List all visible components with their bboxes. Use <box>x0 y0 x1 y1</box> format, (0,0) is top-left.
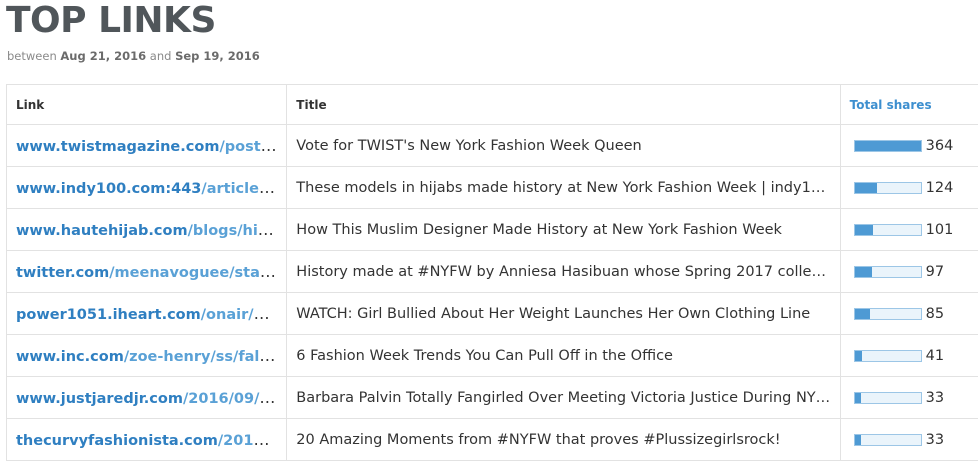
shares-bar-fill <box>854 308 871 319</box>
link-cell: twitter.com/meenavoguee/status/77... <box>5 250 288 293</box>
date-to: Sep 19, 2016 <box>175 49 260 63</box>
title-cell: WATCH: Girl Bullied About Her Weight Lau… <box>286 292 841 335</box>
shares-count: 101 <box>925 221 954 238</box>
shares-count: 364 <box>925 137 954 154</box>
link-url[interactable]: www.justjaredjr.com/2016/09/16/bar... <box>16 388 286 407</box>
table-row: www.hautehijab.com/blogs/hijab-fas...How… <box>5 208 978 251</box>
column-header-total-shares[interactable]: Total shares <box>839 84 978 125</box>
table-row: www.justjaredjr.com/2016/09/16/bar...Bar… <box>5 376 978 419</box>
shares-bar-fill <box>854 224 873 235</box>
shares-count: 124 <box>925 179 954 196</box>
link-path[interactable]: /2016/09/n... <box>218 430 286 449</box>
shares-bar <box>853 223 922 236</box>
link-path[interactable]: /blogs/hijab-fas... <box>188 220 286 239</box>
shares-count: 97 <box>925 263 945 280</box>
link-cell: thecurvyfashionista.com/2016/09/n... <box>5 418 288 461</box>
link-domain[interactable]: twitter.com <box>16 265 109 281</box>
column-header-link: Link <box>5 84 288 125</box>
link-cell: www.justjaredjr.com/2016/09/16/bar... <box>5 376 288 419</box>
title-cell: 20 Amazing Moments from #NYFW that prove… <box>286 418 841 461</box>
shares-count: 85 <box>925 305 945 322</box>
table-row: www.twistmagazine.com/posts/vote-...Vote… <box>5 124 978 167</box>
link-path[interactable]: /2016/09/16/bar... <box>183 388 286 407</box>
shares-count: 33 <box>925 431 945 448</box>
shares-bar <box>853 433 922 446</box>
link-cell: www.hautehijab.com/blogs/hijab-fas... <box>5 208 288 251</box>
link-path[interactable]: /meenavoguee/status/77... <box>109 262 286 281</box>
shares-bar-fill <box>854 266 873 277</box>
link-url[interactable]: twitter.com/meenavoguee/status/77... <box>16 262 286 281</box>
page-title: TOP LINKS <box>6 0 216 41</box>
shares-bar-fill <box>854 140 921 151</box>
shares-count: 41 <box>925 347 945 364</box>
shares-bar-fill <box>854 182 878 193</box>
title-cell: These models in hijabs made history at N… <box>286 166 841 209</box>
link-domain[interactable]: power1051.iheart.com <box>16 307 201 323</box>
link-url[interactable]: power1051.iheart.com/onair/angie-m... <box>16 304 286 323</box>
link-cell: power1051.iheart.com/onair/angie-m... <box>5 292 288 335</box>
title-cell: 6 Fashion Week Trends You Can Pull Off i… <box>286 334 841 377</box>
shares-count: 33 <box>925 389 945 406</box>
link-path[interactable]: /onair/angie-m... <box>201 304 286 323</box>
table-row: power1051.iheart.com/onair/angie-m...WAT… <box>5 292 978 335</box>
title-cell: How This Muslim Designer Made History at… <box>286 208 841 251</box>
table-body: www.twistmagazine.com/posts/vote-...Vote… <box>5 124 978 461</box>
title-cell: History made at #NYFW by Anniesa Hasibua… <box>286 250 841 293</box>
table-row: twitter.com/meenavoguee/status/77...Hist… <box>5 250 978 293</box>
link-url[interactable]: thecurvyfashionista.com/2016/09/n... <box>16 430 286 449</box>
link-cell: www.indy100.com:443/article/these-... <box>5 166 288 209</box>
shares-bar <box>853 391 922 404</box>
shares-cell: 85 <box>839 292 978 335</box>
column-header-title: Title <box>286 84 841 125</box>
link-url[interactable]: www.inc.com/zoe-henry/ss/fall-fashi... <box>16 346 286 365</box>
table-row: thecurvyfashionista.com/2016/09/n...20 A… <box>5 418 978 461</box>
link-domain[interactable]: www.twistmagazine.com <box>16 139 219 155</box>
shares-cell: 33 <box>839 376 978 419</box>
top-links-table: Link Title Total shares www.twistmagazin… <box>5 84 978 461</box>
link-domain[interactable]: thecurvyfashionista.com <box>16 433 218 449</box>
shares-cell: 97 <box>839 250 978 293</box>
shares-bar-fill <box>854 434 861 445</box>
shares-bar <box>853 265 922 278</box>
link-cell: www.twistmagazine.com/posts/vote-... <box>5 124 288 167</box>
link-path[interactable]: /zoe-henry/ss/fall-fashi... <box>124 346 286 365</box>
shares-bar-fill <box>854 392 861 403</box>
shares-bar <box>853 307 922 320</box>
table-row: www.indy100.com:443/article/these-...The… <box>5 166 978 209</box>
shares-cell: 41 <box>839 334 978 377</box>
shares-bar-fill <box>854 350 863 361</box>
shares-bar <box>853 181 922 194</box>
link-url[interactable]: www.hautehijab.com/blogs/hijab-fas... <box>16 220 286 239</box>
shares-cell: 364 <box>839 124 978 167</box>
table-header-row: Link Title Total shares <box>5 84 978 125</box>
shares-cell: 101 <box>839 208 978 251</box>
title-cell: Barbara Palvin Totally Fangirled Over Me… <box>286 376 841 419</box>
shares-bar <box>853 349 922 362</box>
shares-cell: 33 <box>839 418 978 461</box>
link-domain[interactable]: www.indy100.com:443 <box>16 181 201 197</box>
link-path[interactable]: /posts/vote-... <box>219 136 285 155</box>
link-domain[interactable]: www.inc.com <box>16 349 124 365</box>
link-domain[interactable]: www.hautehijab.com <box>16 223 188 239</box>
table-row: www.inc.com/zoe-henry/ss/fall-fashi...6 … <box>5 334 978 377</box>
date-from: Aug 21, 2016 <box>60 49 147 63</box>
and-label: and <box>149 49 172 63</box>
link-cell: www.inc.com/zoe-henry/ss/fall-fashi... <box>5 334 288 377</box>
shares-cell: 124 <box>839 166 978 209</box>
link-path[interactable]: /article/these-... <box>201 178 285 197</box>
between-label: between <box>7 49 57 63</box>
link-url[interactable]: www.twistmagazine.com/posts/vote-... <box>16 136 286 155</box>
title-cell: Vote for TWIST's New York Fashion Week Q… <box>286 124 841 167</box>
date-range: between Aug 21, 2016 and Sep 19, 2016 <box>7 49 260 63</box>
shares-bar <box>853 139 922 152</box>
link-url[interactable]: www.indy100.com:443/article/these-... <box>16 178 286 197</box>
link-domain[interactable]: www.justjaredjr.com <box>16 391 183 407</box>
